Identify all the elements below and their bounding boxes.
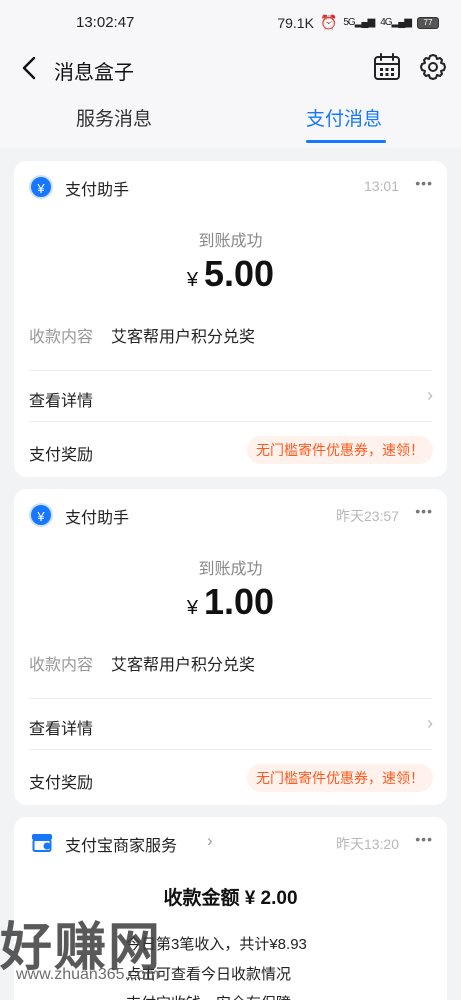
divider [29, 370, 432, 371]
status-bar: 13:02:47 79.1K ⏰ 5G▂▄▆ 4G▂▄▆ 77 [0, 0, 461, 46]
divider [29, 421, 432, 422]
security-note: 支付宝收钱，安全有保障 [126, 992, 291, 1000]
back-arrow-icon[interactable] [18, 54, 42, 82]
gear-icon[interactable] [418, 52, 448, 82]
payment-card[interactable]: ¥ 支付助手 昨天23:57 ••• 到账成功 ¥1.00 收款内容 艾客帮用户… [14, 489, 447, 805]
merchant-app-name[interactable]: 支付宝商家服务 [65, 832, 177, 856]
content-label: 收款内容 [29, 329, 94, 346]
card-time: 昨天13:20 [335, 836, 399, 852]
divider [29, 749, 432, 750]
view-details-link[interactable]: 查看详情 [29, 715, 93, 739]
network-speed: 79.1K [277, 14, 314, 31]
coupon-promo-button[interactable]: 无门槛寄件优惠券，速领！ [247, 764, 433, 792]
chevron-right-icon: › [207, 831, 213, 850]
chevron-right-icon: › [427, 385, 433, 405]
amount-value: 1.00 [204, 581, 275, 622]
yuan-coin-icon: ¥ [29, 175, 53, 199]
content-label: 收款内容 [29, 657, 94, 674]
more-options-button[interactable]: ••• [415, 831, 433, 847]
tab-bar: 服务消息 支付消息 [0, 90, 461, 148]
site-watermark-url: www.zhuan365.com [16, 966, 160, 983]
battery-icon: 77 [417, 16, 439, 29]
calendar-icon[interactable] [373, 52, 401, 82]
content-value: 艾客帮用户积分兑奖 [111, 329, 256, 346]
tab-service-messages[interactable]: 服务消息 [76, 104, 152, 131]
yuan-coin-icon: ¥ [29, 503, 53, 527]
page-title: 消息盒子 [54, 62, 134, 84]
coupon-promo-button[interactable]: 无门槛寄件优惠券，速领！ [247, 436, 433, 464]
status-indicators: 79.1K ⏰ 5G▂▄▆ 4G▂▄▆ 77 [277, 14, 439, 31]
active-tab-indicator [306, 140, 386, 143]
view-details-link[interactable]: 查看详情 [29, 387, 93, 411]
alarm-icon: ⏰ [319, 14, 338, 30]
card-time: 昨天23:57 [335, 508, 399, 524]
card-header: ¥ 支付助手 昨天23:57 ••• [14, 489, 447, 539]
card-time: 13:01 [363, 178, 399, 194]
payment-card[interactable]: ¥ 支付助手 13:01 ••• 到账成功 ¥5.00 收款内容 艾客帮用户积分… [14, 161, 447, 477]
chevron-right-icon: › [427, 713, 433, 733]
more-options-button[interactable]: ••• [415, 175, 433, 191]
payment-status: 到账成功 [198, 233, 263, 250]
currency-symbol: ¥ [186, 597, 199, 619]
card-header: ¥ 支付助手 13:01 ••• [14, 161, 447, 211]
store-icon [32, 834, 52, 852]
status-time: 13:02:47 [76, 14, 135, 31]
signal-4g-icon: 4G▂▄▆ [380, 17, 412, 28]
payment-amount: ¥1.00 [14, 581, 447, 623]
card-app-name: 支付助手 [65, 510, 130, 527]
card-app-name: 支付助手 [65, 182, 130, 199]
content-value: 艾客帮用户积分兑奖 [111, 657, 256, 674]
reward-label: 支付奖励 [29, 447, 94, 464]
payment-amount: ¥5.00 [14, 253, 447, 295]
signal-5g-icon: 5G▂▄▆ [343, 17, 375, 28]
amount-value: 5.00 [204, 253, 275, 294]
payment-status: 到账成功 [198, 561, 263, 578]
currency-symbol: ¥ [186, 269, 199, 291]
divider [29, 698, 432, 699]
nav-bar: 消息盒子 [0, 46, 461, 90]
reward-label: 支付奖励 [29, 775, 94, 792]
more-options-button[interactable]: ••• [415, 503, 433, 519]
tab-payment-messages[interactable]: 支付消息 [306, 104, 382, 131]
